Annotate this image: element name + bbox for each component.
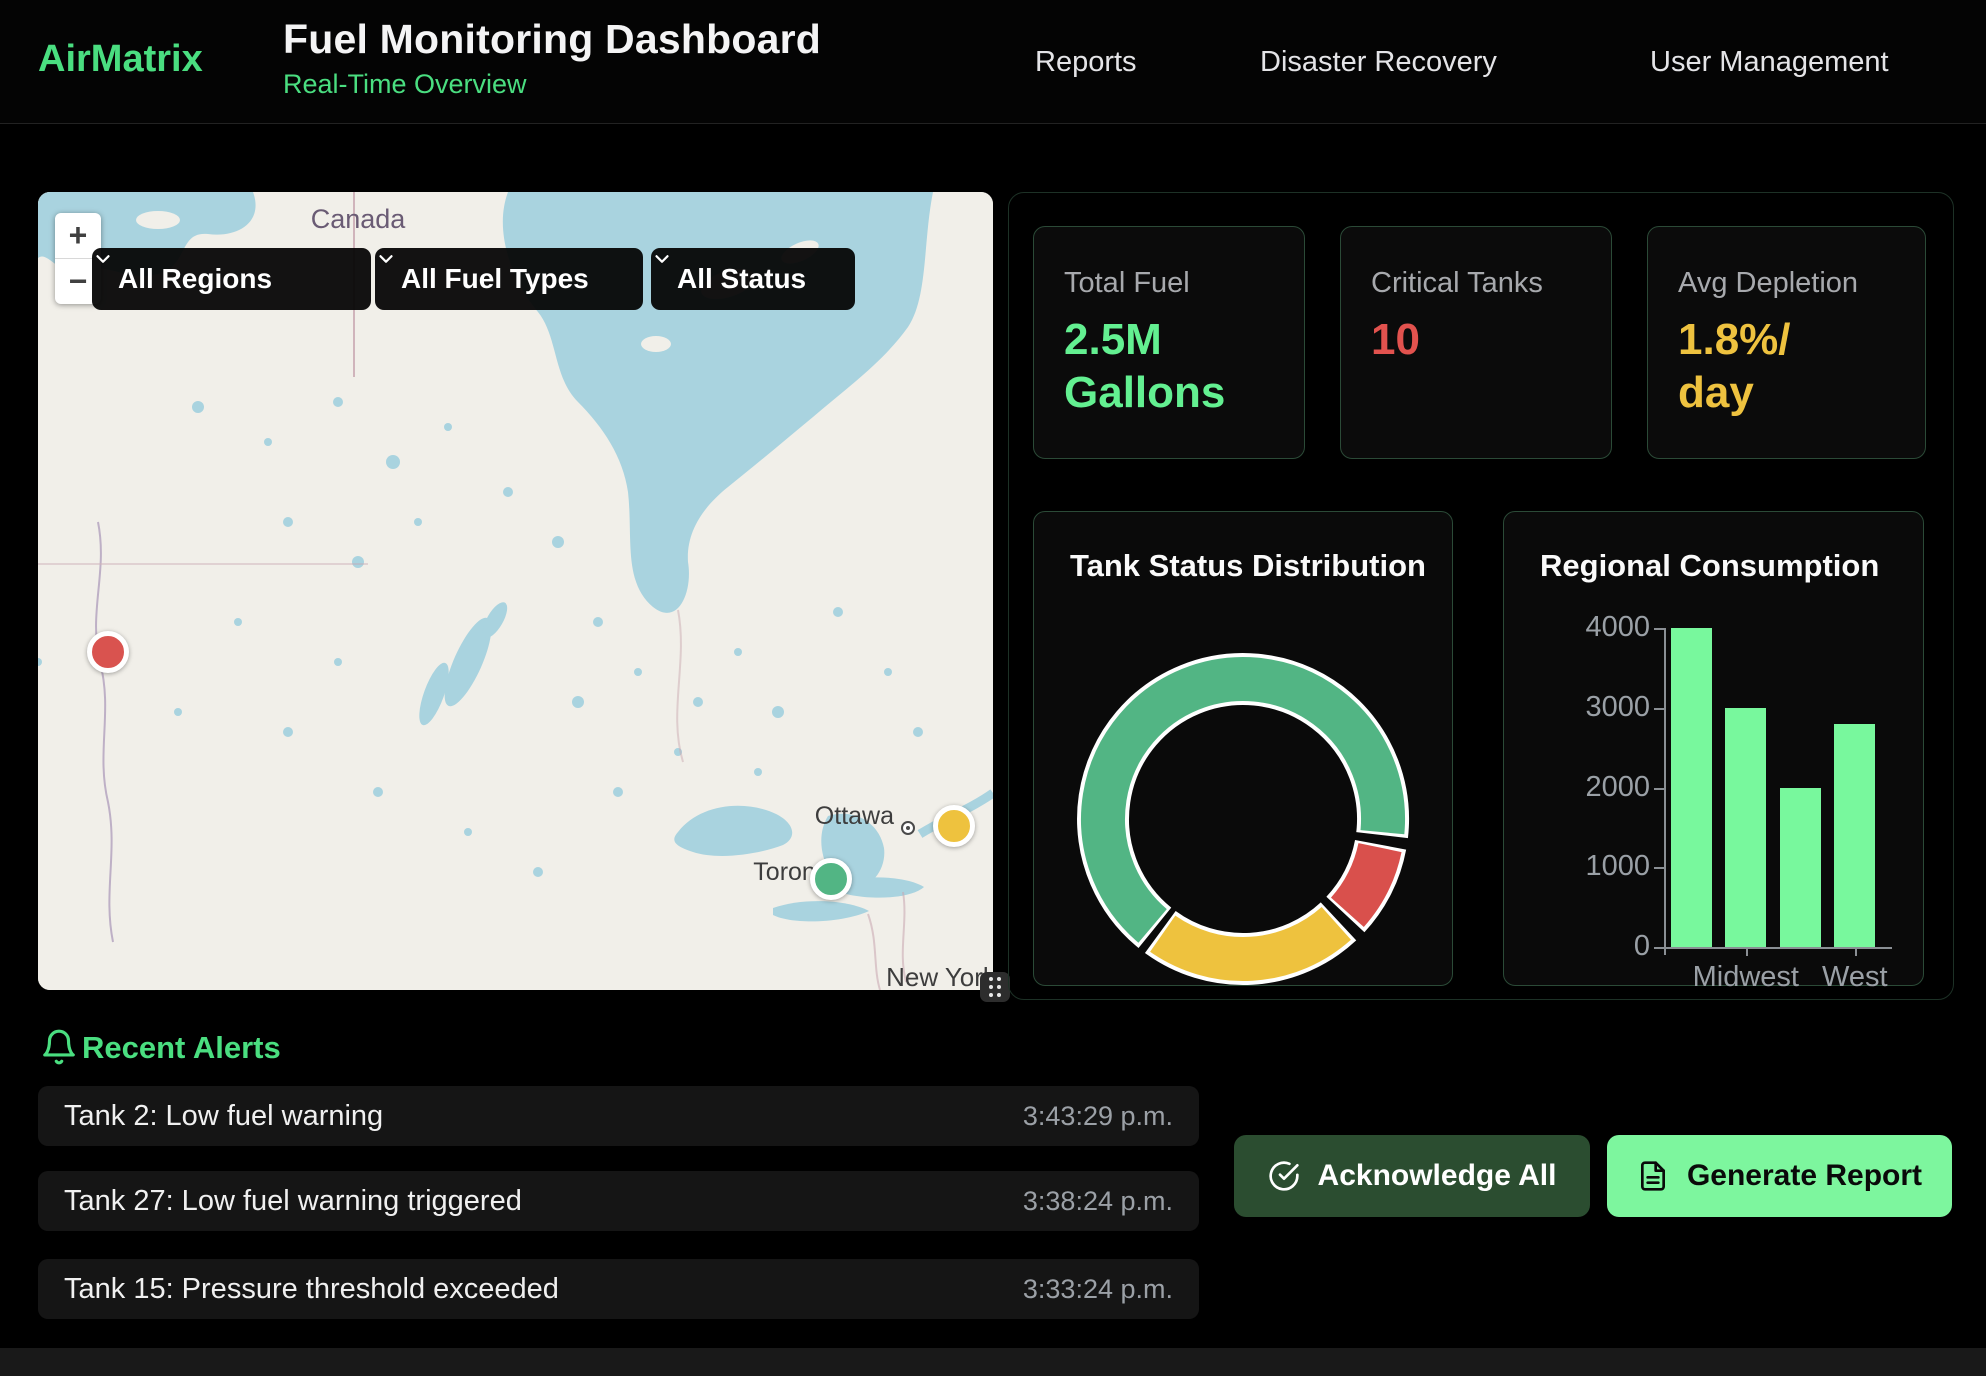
map-panel[interactable]: Canada Ottawa Toronto New York + − All R…	[38, 192, 993, 990]
generate-report-button[interactable]: Generate Report	[1607, 1135, 1952, 1217]
stat-card-avg-depletion: Avg Depletion 1.8%/day	[1647, 226, 1926, 459]
page-subtitle: Real-Time Overview	[283, 69, 821, 100]
alert-row: Tank 2: Low fuel warning 3:43:29 p.m.	[38, 1086, 1199, 1146]
regional-consumption-chart-card: Regional Consumption 01000200030004000Mi…	[1503, 511, 1924, 986]
metrics-panel: Total Fuel 2.5MGallons Critical Tanks 10…	[1008, 192, 1954, 1000]
stat-card-critical-tanks: Critical Tanks 10	[1340, 226, 1612, 459]
stat-value: 1.8%/day	[1678, 314, 1895, 420]
stat-label: Critical Tanks	[1371, 267, 1581, 300]
app-header: AirMatrix Fuel Monitoring Dashboard Real…	[0, 0, 1986, 124]
brand-logo: AirMatrix	[38, 38, 203, 81]
resize-grip-handle[interactable]	[980, 972, 1010, 1002]
stat-label: Avg Depletion	[1678, 267, 1895, 300]
stat-label: Total Fuel	[1064, 267, 1274, 300]
tank-status-donut-chart	[1034, 512, 1454, 987]
region-filter-value: All Regions	[118, 263, 272, 295]
stat-value: 10	[1371, 314, 1581, 367]
regional-consumption-bar-chart: 01000200030004000MidwestWest	[1504, 512, 1925, 987]
ottawa-town-icon	[902, 822, 914, 834]
map-marker-warning[interactable]	[933, 805, 975, 847]
nav-item-reports[interactable]: Reports	[1035, 46, 1137, 79]
alert-timestamp: 3:33:24 p.m.	[1023, 1274, 1173, 1305]
map-marker-normal[interactable]	[810, 858, 852, 900]
alert-message: Tank 2: Low fuel warning	[64, 1100, 383, 1133]
nav-item-user-management[interactable]: User Management	[1650, 46, 1889, 79]
fuel-type-filter-value: All Fuel Types	[401, 263, 589, 295]
alert-timestamp: 3:43:29 p.m.	[1023, 1101, 1173, 1132]
footer-strip	[0, 1348, 1986, 1376]
document-icon	[1637, 1160, 1669, 1192]
fuel-type-filter-dropdown[interactable]: All Fuel Types	[375, 248, 643, 310]
generate-report-label: Generate Report	[1687, 1159, 1922, 1193]
map-marker-critical[interactable]	[87, 631, 129, 673]
chevron-down-icon	[651, 248, 673, 270]
alert-message: Tank 27: Low fuel warning triggered	[64, 1185, 522, 1218]
stat-card-total-fuel: Total Fuel 2.5MGallons	[1033, 226, 1305, 459]
alert-timestamp: 3:38:24 p.m.	[1023, 1186, 1173, 1217]
title-block: Fuel Monitoring Dashboard Real-Time Over…	[283, 16, 821, 100]
region-filter-dropdown[interactable]: All Regions	[92, 248, 371, 310]
check-circle-icon	[1268, 1160, 1300, 1192]
status-filter-dropdown[interactable]: All Status	[651, 248, 855, 310]
alert-message: Tank 15: Pressure threshold exceeded	[64, 1273, 559, 1306]
alerts-section-title: Recent Alerts	[82, 1030, 281, 1066]
bell-icon	[40, 1028, 78, 1066]
tank-status-chart-card: Tank Status Distribution	[1033, 511, 1453, 986]
chevron-down-icon	[375, 248, 397, 270]
page-title: Fuel Monitoring Dashboard	[283, 16, 821, 63]
chevron-down-icon	[92, 248, 114, 270]
acknowledge-all-label: Acknowledge All	[1318, 1159, 1557, 1193]
nav-item-disaster-recovery[interactable]: Disaster Recovery	[1260, 46, 1497, 79]
stat-value: 2.5MGallons	[1064, 314, 1274, 420]
acknowledge-all-button[interactable]: Acknowledge All	[1234, 1135, 1590, 1217]
alert-row: Tank 15: Pressure threshold exceeded 3:3…	[38, 1259, 1199, 1319]
status-filter-value: All Status	[677, 263, 806, 295]
alert-row: Tank 27: Low fuel warning triggered 3:38…	[38, 1171, 1199, 1231]
